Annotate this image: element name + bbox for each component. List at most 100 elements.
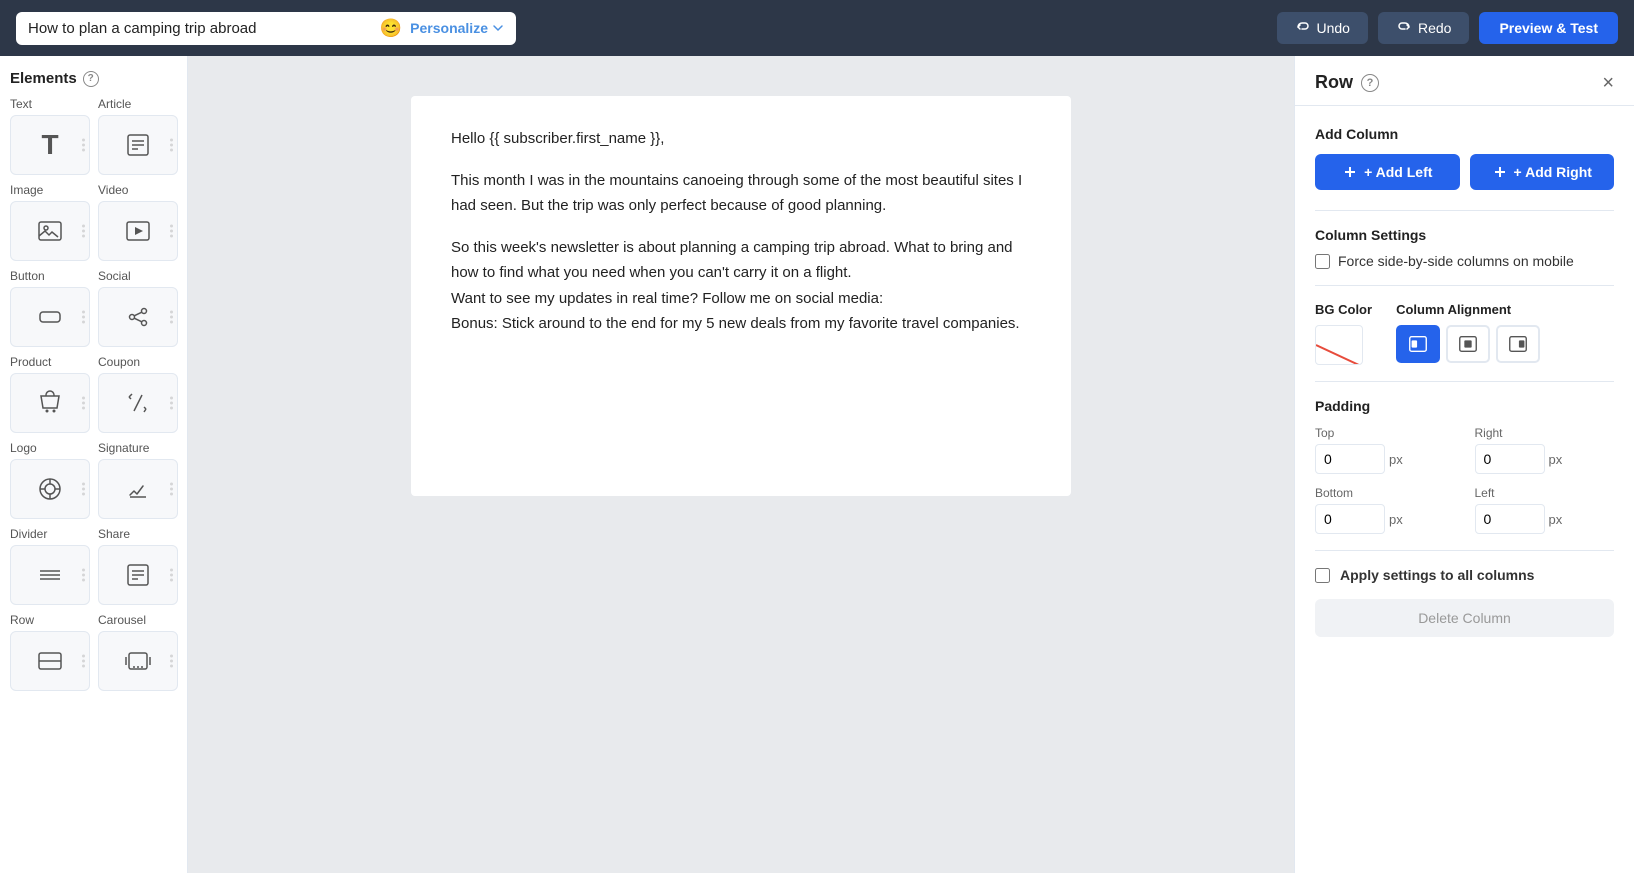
undo-button[interactable]: Undo — [1277, 12, 1368, 44]
divider-3 — [1315, 381, 1614, 382]
drag-dots-divider — [82, 569, 85, 582]
row-icon — [36, 647, 64, 675]
drag-dots-row — [82, 655, 85, 668]
padding-grid: Top px Right px Bottom — [1315, 426, 1614, 534]
element-card-article[interactable] — [98, 115, 178, 175]
drag-dots-logo — [82, 483, 85, 496]
force-mobile-label[interactable]: Force side-by-side columns on mobile — [1338, 253, 1574, 269]
element-card-share[interactable] — [98, 545, 178, 605]
element-card-logo[interactable] — [10, 459, 90, 519]
element-card-image[interactable] — [10, 201, 90, 261]
bg-color-swatch[interactable] — [1315, 325, 1363, 365]
email-body: Hello {{ subscriber.first_name }}, This … — [411, 96, 1071, 496]
padding-bottom-field: Bottom px — [1315, 486, 1455, 534]
apply-all-checkbox[interactable] — [1315, 568, 1330, 583]
padding-top-input[interactable] — [1315, 444, 1385, 474]
add-right-icon — [1492, 164, 1508, 180]
social-icon — [124, 303, 152, 331]
element-card-button[interactable] — [10, 287, 90, 347]
padding-right-input[interactable] — [1475, 444, 1545, 474]
divider-1 — [1315, 210, 1614, 211]
padding-bottom-input[interactable] — [1315, 504, 1385, 534]
align-right-icon — [1507, 333, 1529, 355]
element-card-text[interactable]: T — [10, 115, 90, 175]
element-label-carousel: Carousel — [98, 613, 178, 627]
article-icon — [124, 131, 152, 159]
button-icon — [36, 303, 64, 331]
align-right-button[interactable] — [1496, 325, 1540, 363]
align-center-button[interactable] — [1446, 325, 1490, 363]
personalize-button[interactable]: Personalize — [410, 20, 504, 36]
add-column-buttons: + Add Left + Add Right — [1315, 154, 1614, 190]
video-icon — [124, 217, 152, 245]
force-mobile-row: Force side-by-side columns on mobile — [1315, 253, 1614, 269]
element-category-image: Image — [10, 183, 90, 261]
panel-body: Add Column + Add Left + Add Right Column… — [1295, 106, 1634, 657]
bg-color-block: BG Color — [1315, 302, 1372, 365]
element-category-logo: Logo — [10, 441, 90, 519]
element-card-product[interactable] — [10, 373, 90, 433]
force-mobile-checkbox[interactable] — [1315, 254, 1330, 269]
subject-input[interactable] — [28, 20, 372, 37]
padding-left-unit: px — [1549, 512, 1563, 527]
bg-swatch-no-color-line — [1316, 326, 1362, 364]
column-settings-title: Column Settings — [1315, 227, 1614, 243]
carousel-icon — [124, 647, 152, 675]
panel-close-button[interactable]: × — [1602, 73, 1614, 93]
element-category-social: Social — [98, 269, 178, 347]
panel-title: Row ? — [1315, 72, 1379, 93]
element-category-carousel: Carousel — [98, 613, 178, 691]
element-category-share: Share — [98, 527, 178, 605]
padding-title: Padding — [1315, 398, 1614, 414]
padding-top-field: Top px — [1315, 426, 1455, 474]
padding-section: Padding Top px Right px — [1315, 398, 1614, 534]
padding-bottom-unit: px — [1389, 512, 1403, 527]
emoji-button[interactable]: 😊 — [380, 18, 402, 39]
align-left-icon — [1407, 333, 1429, 355]
element-card-social[interactable] — [98, 287, 178, 347]
drag-dots-product — [82, 397, 85, 410]
add-right-button[interactable]: + Add Right — [1470, 154, 1615, 190]
product-icon — [36, 389, 64, 417]
row-settings-panel: Row ? × Add Column + Add Left + Add Righ… — [1294, 56, 1634, 873]
element-category-button: Button — [10, 269, 90, 347]
redo-button[interactable]: Redo — [1378, 12, 1469, 44]
add-left-button[interactable]: + Add Left — [1315, 154, 1460, 190]
element-label-video: Video — [98, 183, 178, 197]
alignment-buttons — [1396, 325, 1614, 363]
drag-dots-social — [170, 311, 173, 324]
padding-left-input[interactable] — [1475, 504, 1545, 534]
logo-icon — [36, 475, 64, 503]
element-category-row: Row — [10, 613, 90, 691]
element-category-signature: Signature — [98, 441, 178, 519]
element-card-carousel[interactable] — [98, 631, 178, 691]
panel-help-icon[interactable]: ? — [1361, 74, 1379, 92]
element-category-video: Video — [98, 183, 178, 261]
element-category-text: Text T — [10, 97, 90, 175]
element-card-row[interactable] — [10, 631, 90, 691]
divider-2 — [1315, 285, 1614, 286]
divider-4 — [1315, 550, 1614, 551]
apply-all-label[interactable]: Apply settings to all columns — [1340, 567, 1534, 583]
padding-top-unit: px — [1389, 452, 1403, 467]
drag-dots-share — [170, 569, 173, 582]
element-card-signature[interactable] — [98, 459, 178, 519]
elements-help-icon[interactable]: ? — [83, 71, 99, 87]
preview-test-button[interactable]: Preview & Test — [1479, 12, 1618, 44]
sidebar-title: Elements ? — [10, 70, 177, 87]
element-label-coupon: Coupon — [98, 355, 178, 369]
element-label-row: Row — [10, 613, 90, 627]
drag-dots-button — [82, 311, 85, 324]
element-card-coupon[interactable] — [98, 373, 178, 433]
element-category-coupon: Coupon — [98, 355, 178, 433]
divider-icon — [36, 561, 64, 589]
main-layout: Elements ? Text T Article — [0, 56, 1634, 873]
element-card-video[interactable] — [98, 201, 178, 261]
email-canvas[interactable]: Hello {{ subscriber.first_name }}, This … — [188, 56, 1294, 873]
topbar: 😊 Personalize Undo Redo Preview & Test — [0, 0, 1634, 56]
align-left-button[interactable] — [1396, 325, 1440, 363]
element-grid: Text T Article Image — [10, 97, 177, 691]
element-card-divider[interactable] — [10, 545, 90, 605]
share-icon — [124, 561, 152, 589]
bg-color-label: BG Color — [1315, 302, 1372, 317]
